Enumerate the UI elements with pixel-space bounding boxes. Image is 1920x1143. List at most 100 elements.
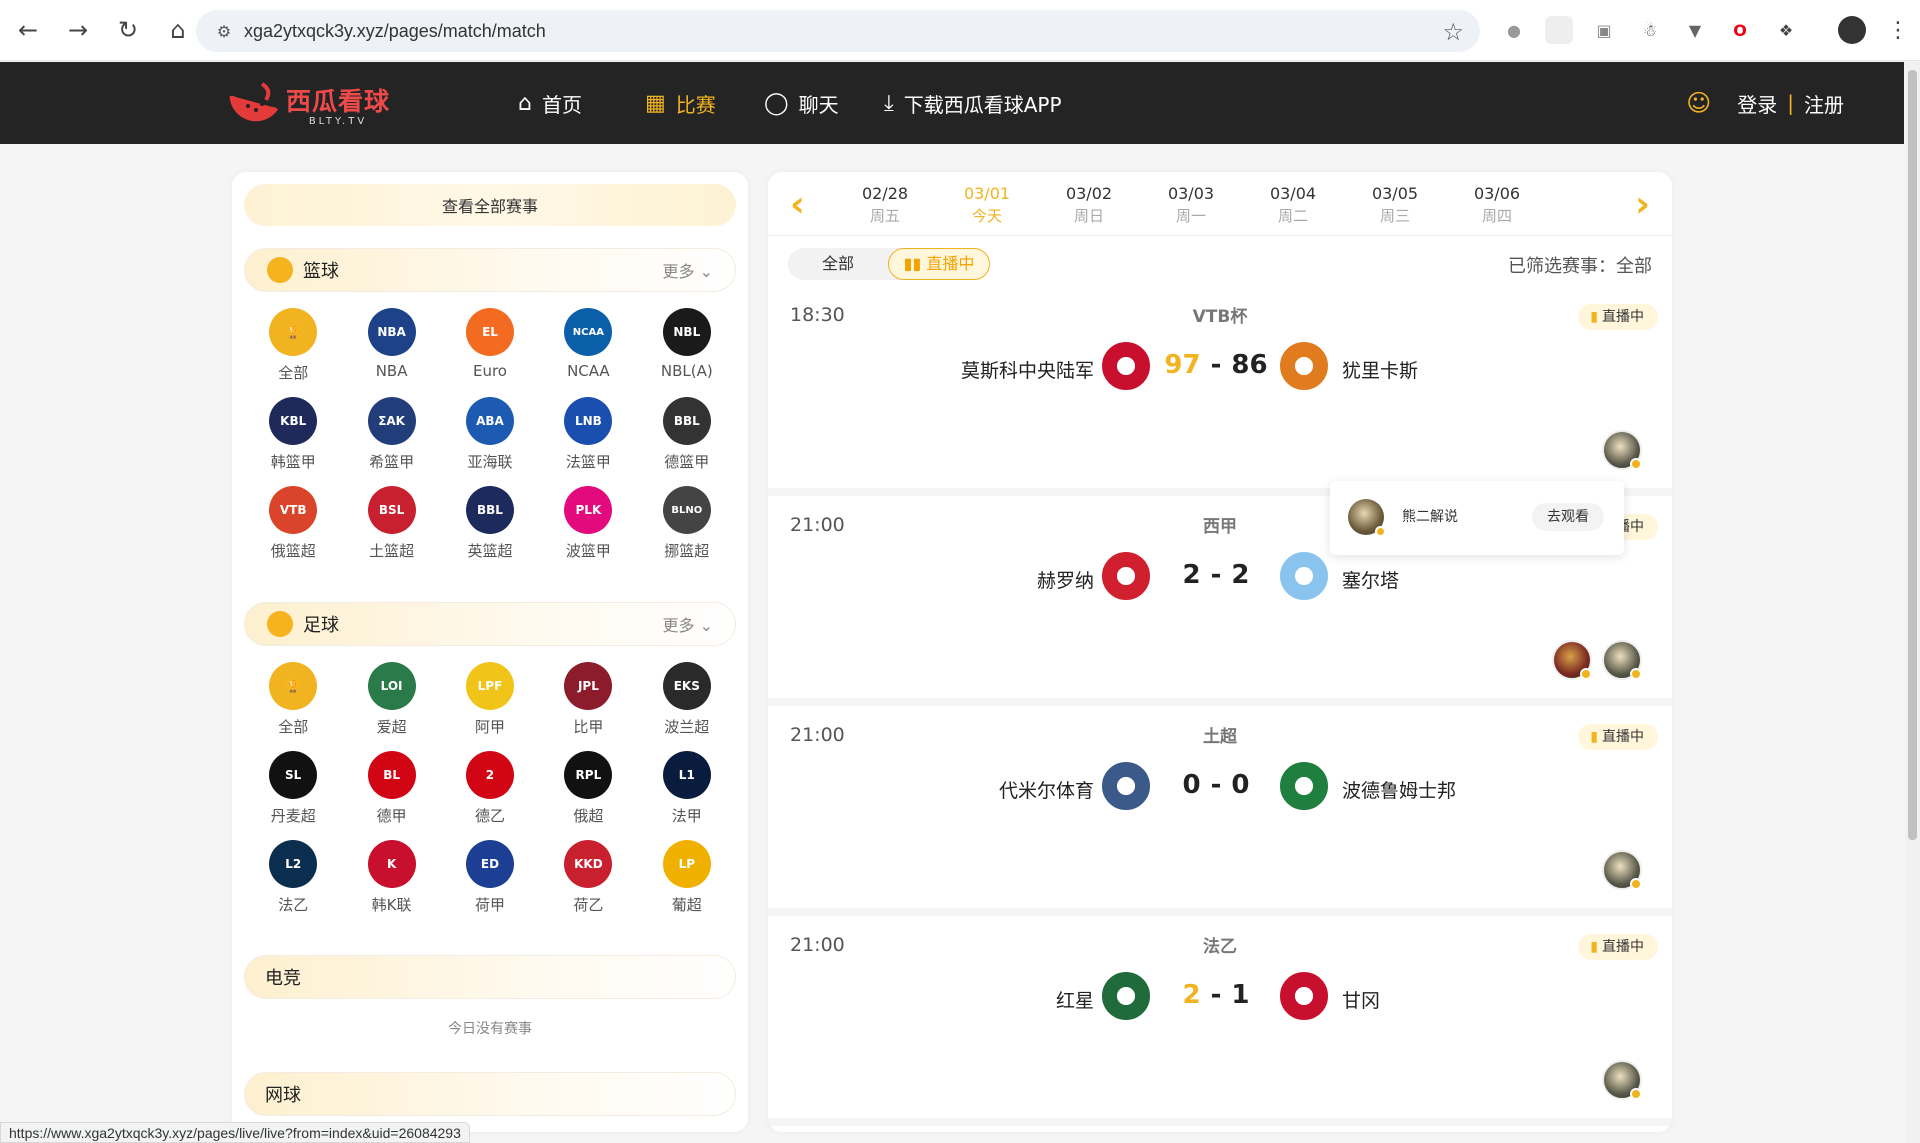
away-team-logo-icon: [1280, 552, 1328, 600]
home-icon[interactable]: ⌂: [156, 8, 200, 52]
anchor-avatar[interactable]: [1348, 499, 1386, 537]
league-name: 法乙: [278, 896, 309, 914]
anchor-avatar[interactable]: [1552, 640, 1592, 680]
more-dropdown[interactable]: 更多 ⌄: [662, 258, 713, 282]
match-card[interactable]: 21:00 法乙 ▮ 直播中 红星 2-1 甘冈: [768, 916, 1672, 1126]
league-item[interactable]: NBA NBA: [342, 304, 440, 393]
league-item[interactable]: PLK 波篮甲: [539, 482, 637, 571]
date-tab[interactable]: 03/05 周三: [1355, 184, 1435, 226]
extension-icon[interactable]: ▣: [1590, 16, 1618, 44]
league-item[interactable]: SL 丹麦超: [244, 747, 342, 836]
home-team-name: 莫斯科中央陆军: [960, 360, 1094, 382]
esports-section-header[interactable]: 电竞: [244, 955, 736, 999]
basketball-section-header[interactable]: 篮球 更多 ⌄: [244, 248, 736, 292]
league-item[interactable]: 🏆 全部: [244, 304, 342, 393]
league-item[interactable]: JPL 比甲: [539, 658, 637, 747]
league-name: 荷甲: [474, 896, 505, 914]
home-score: 2: [1182, 560, 1201, 590]
league-item[interactable]: BSL 土篮超: [342, 482, 440, 571]
page-scrollbar[interactable]: [1905, 62, 1920, 1143]
league-item[interactable]: KKD 荷乙: [539, 836, 637, 925]
league-item[interactable]: BBL 德篮甲: [638, 393, 736, 482]
back-icon[interactable]: ←: [6, 8, 50, 52]
league-item[interactable]: LPF 阿甲: [441, 658, 539, 747]
football-section-header[interactable]: 足球 更多 ⌄: [244, 602, 736, 646]
away-team-logo-icon: [1280, 762, 1328, 810]
league-item[interactable]: K 韩K联: [342, 836, 440, 925]
tennis-section-header[interactable]: 网球: [244, 1072, 736, 1116]
nav-label: 聊天: [798, 92, 839, 117]
league-item[interactable]: BLNO 挪篮超: [638, 482, 736, 571]
nav-download-app[interactable]: ⤓ 下载西瓜看球APP: [884, 84, 1062, 122]
puzzle-icon[interactable]: ❖: [1772, 16, 1800, 44]
league-name: 德乙: [474, 807, 505, 825]
date-tab[interactable]: 03/06 周四: [1457, 184, 1537, 226]
live-badge: ▮直播中: [1578, 934, 1658, 960]
anchor-avatar[interactable]: [1602, 640, 1642, 680]
nav-home[interactable]: ⌂ 首页: [518, 84, 582, 122]
anchor-avatar[interactable]: [1602, 850, 1642, 890]
anchor-avatar[interactable]: [1602, 1060, 1642, 1100]
date-tab[interactable]: 02/28 周五: [845, 184, 925, 226]
league-item[interactable]: ΣΑΚ 希篮甲: [342, 393, 440, 482]
site-logo[interactable]: 西瓜看球 BLTY.TV: [226, 74, 396, 134]
extension-icon[interactable]: ●: [1500, 16, 1528, 44]
address-bar[interactable]: ⚙ xga2ytxqck3y.xyz/pages/match/match ☆: [196, 10, 1480, 52]
date-tab[interactable]: 03/03 周一: [1151, 184, 1231, 226]
league-item[interactable]: RPL 俄超: [539, 747, 637, 836]
league-item[interactable]: ED 荷甲: [441, 836, 539, 925]
anchor-avatar[interactable]: [1602, 430, 1642, 470]
reload-icon[interactable]: ↻: [106, 8, 150, 52]
league-item[interactable]: KBL 韩篮甲: [244, 393, 342, 482]
date-tab[interactable]: 03/04 周二: [1253, 184, 1333, 226]
league-item[interactable]: L2 法乙: [244, 836, 342, 925]
url-text[interactable]: xga2ytxqck3y.xyz/pages/match/match: [244, 21, 546, 42]
nav-chat[interactable]: ◯ 聊天: [764, 84, 839, 122]
league-item[interactable]: EL Euro: [441, 304, 539, 393]
nav-matches[interactable]: ▦ 比赛: [645, 84, 716, 122]
extension-icon[interactable]: ☃: [1636, 16, 1664, 44]
league-item[interactable]: 🏆 全部: [244, 658, 342, 747]
next-date-icon[interactable]: ›: [1635, 184, 1650, 225]
forward-icon[interactable]: →: [56, 8, 100, 52]
date-tab[interactable]: 03/02 周日: [1049, 184, 1129, 226]
prev-date-icon[interactable]: ‹: [790, 184, 805, 225]
user-icon[interactable]: ☺: [1686, 89, 1711, 117]
weekday-label: 周三: [1379, 207, 1410, 225]
league-item[interactable]: LNB 法篮甲: [539, 393, 637, 482]
match-card[interactable]: 18:30 VTB杯 ▮ 直播中 莫斯科中央陆军 97-86 犹里卡斯: [768, 286, 1672, 496]
league-item[interactable]: VTB 俄篮超: [244, 482, 342, 571]
more-dropdown[interactable]: 更多 ⌄: [662, 612, 713, 636]
league-item[interactable]: ABA 亚海联: [441, 393, 539, 482]
league-item[interactable]: BBL 英篮超: [441, 482, 539, 571]
scrollbar-thumb[interactable]: [1908, 70, 1917, 840]
league-item[interactable]: LOI 爱超: [342, 658, 440, 747]
calendar-icon: ▦: [645, 90, 666, 116]
league-item[interactable]: L1 法甲: [638, 747, 736, 836]
profile-avatar[interactable]: [1838, 16, 1866, 44]
go-watch-button[interactable]: 去观看: [1532, 503, 1604, 531]
filter-live-tab[interactable]: ▮▮ 直播中: [888, 248, 990, 280]
login-link[interactable]: 登录: [1737, 89, 1777, 118]
bookmark-star-icon[interactable]: ☆: [1442, 18, 1464, 46]
extension-icon[interactable]: [1545, 16, 1573, 44]
filter-all-tab[interactable]: 全部: [788, 248, 888, 280]
league-item[interactable]: LP 葡超: [638, 836, 736, 925]
league-item[interactable]: EKS 波兰超: [638, 658, 736, 747]
league-item[interactable]: BL 德甲: [342, 747, 440, 836]
live-dot: [1630, 1088, 1642, 1100]
league-item[interactable]: 2 德乙: [441, 747, 539, 836]
league-item[interactable]: NBL NBL(A): [638, 304, 736, 393]
register-link[interactable]: 注册: [1804, 89, 1844, 118]
site-info-icon[interactable]: ⚙: [204, 22, 244, 41]
live-dot: [1630, 878, 1642, 890]
extension-icon[interactable]: O: [1726, 16, 1754, 44]
filtered-events-label[interactable]: 已筛选赛事：全部: [1508, 252, 1652, 278]
menu-kebab-icon[interactable]: ⋮: [1884, 16, 1912, 44]
date-label: 03/05: [1371, 184, 1419, 203]
league-item[interactable]: NCAA NCAA: [539, 304, 637, 393]
view-all-events-button[interactable]: 查看全部赛事: [244, 184, 736, 226]
date-tab[interactable]: 03/01 今天: [947, 184, 1027, 226]
match-card[interactable]: 21:00 土超 ▮ 直播中 代米尔体育 0-0 波德鲁姆士邦: [768, 706, 1672, 916]
extension-icon[interactable]: ▼: [1681, 16, 1709, 44]
